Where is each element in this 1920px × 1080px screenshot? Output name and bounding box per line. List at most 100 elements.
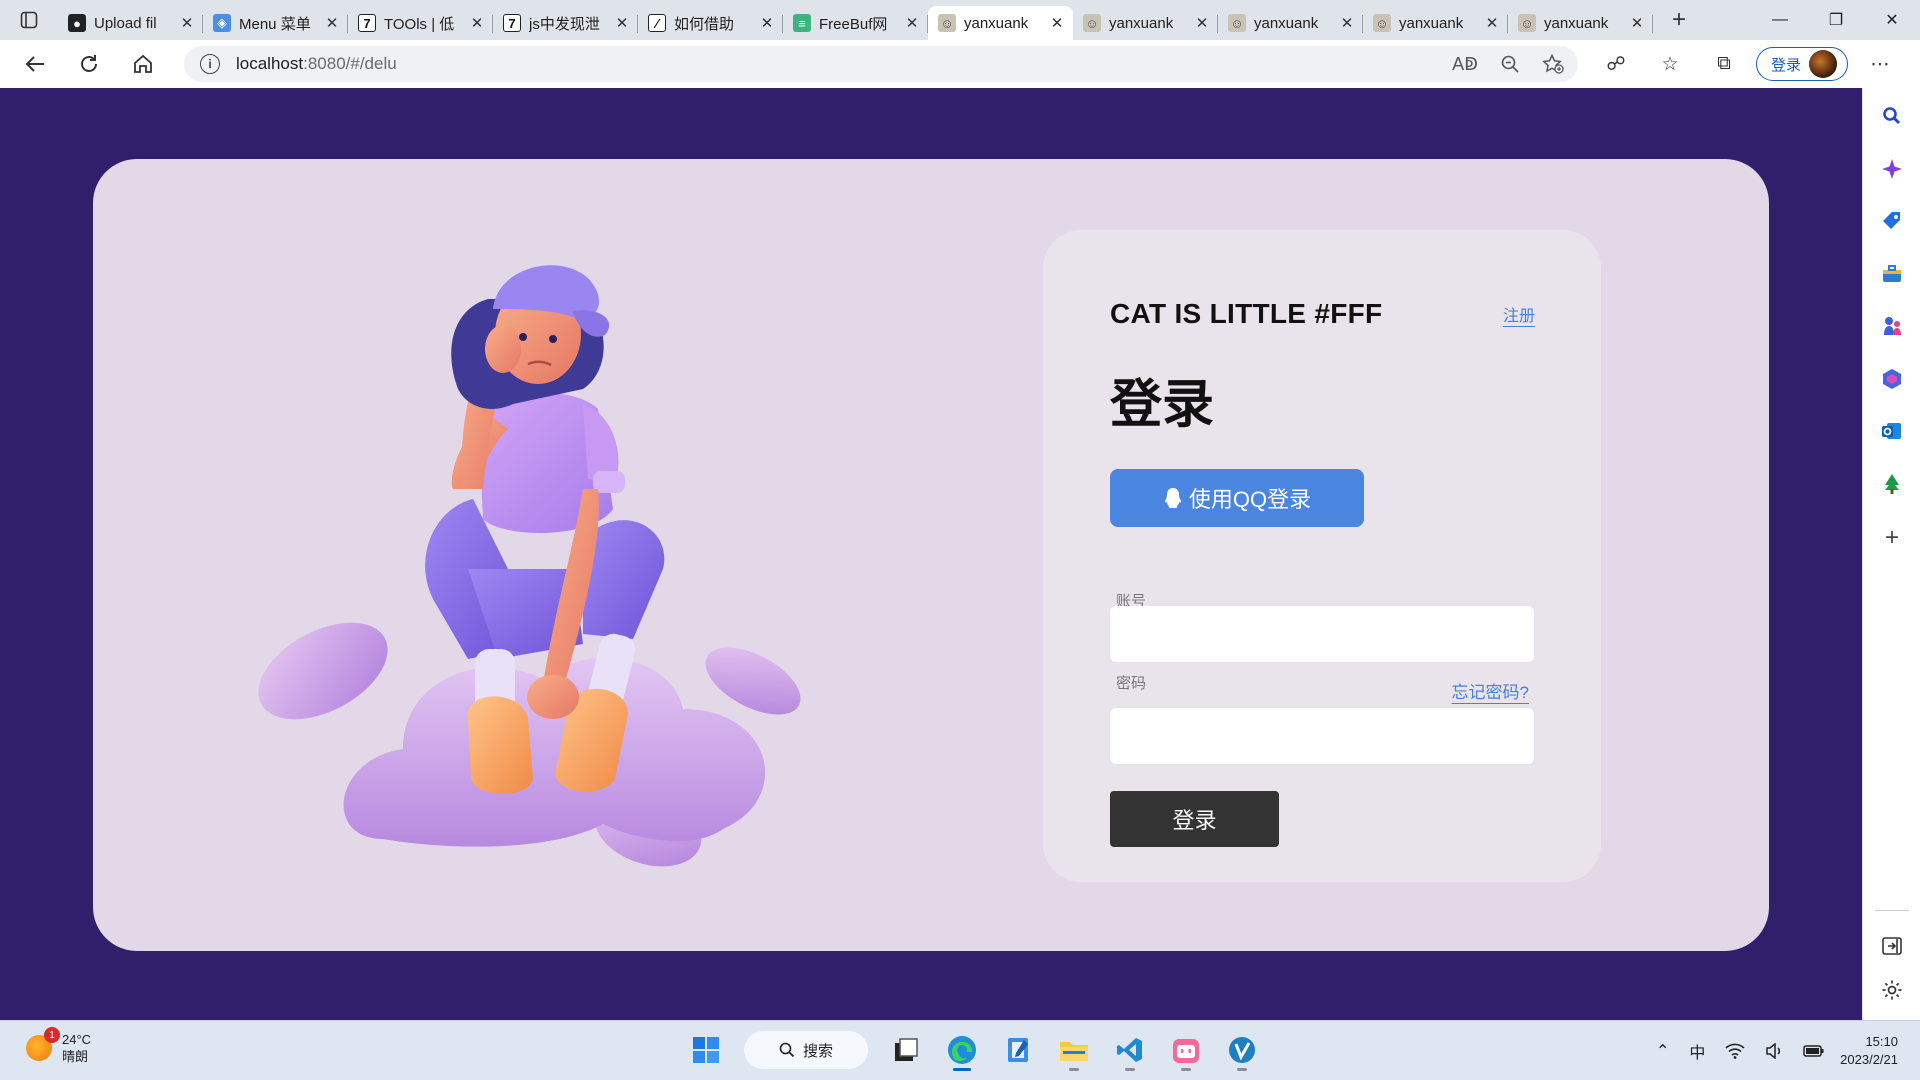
close-tab-icon[interactable]: ✕ bbox=[1049, 14, 1065, 32]
sidebar-hide-button[interactable] bbox=[1863, 926, 1920, 966]
browser-tab[interactable]: 7 TOOls | 低 ✕ bbox=[348, 6, 493, 40]
browser-tab[interactable]: ∕ 如何借助 ✕ bbox=[638, 6, 783, 40]
back-button[interactable] bbox=[8, 40, 62, 88]
zoom-out-icon[interactable] bbox=[1500, 54, 1520, 74]
taskbar-typora[interactable] bbox=[1218, 1027, 1266, 1073]
sidebar-m365-button[interactable] bbox=[1863, 359, 1920, 399]
restore-button[interactable]: ❐ bbox=[1808, 0, 1864, 40]
browser-tab[interactable]: ☺ yanxuank ✕ bbox=[1508, 6, 1653, 40]
address-bar[interactable]: i localhost:8080/#/delu Aↁ bbox=[184, 46, 1578, 82]
close-tab-icon[interactable]: ✕ bbox=[1629, 14, 1645, 32]
close-tab-icon[interactable]: ✕ bbox=[759, 14, 775, 32]
battery-icon[interactable] bbox=[1803, 1044, 1825, 1058]
account-input[interactable] bbox=[1110, 606, 1534, 662]
minimize-button[interactable]: — bbox=[1752, 0, 1808, 40]
active-indicator bbox=[953, 1068, 971, 1071]
settings-more-button[interactable]: ⋯ bbox=[1858, 44, 1902, 84]
start-button[interactable] bbox=[682, 1027, 730, 1073]
typora-icon bbox=[1229, 1037, 1255, 1063]
tab-title: TOOls | 低 bbox=[384, 15, 455, 33]
register-link[interactable]: 注册 bbox=[1503, 302, 1535, 326]
windows-logo-icon bbox=[693, 1037, 719, 1063]
close-tab-icon[interactable]: ✕ bbox=[324, 14, 340, 32]
taskbar-edge[interactable] bbox=[938, 1027, 986, 1073]
taskbar-vscode[interactable] bbox=[1106, 1027, 1154, 1073]
site-info-icon[interactable]: i bbox=[200, 54, 220, 74]
weather-widget[interactable]: 1 24°C 晴朗 bbox=[26, 1027, 91, 1065]
password-input[interactable] bbox=[1110, 708, 1534, 764]
input-method-indicator[interactable]: 中 bbox=[1689, 1039, 1705, 1063]
profile-signin-button[interactable]: 登录 bbox=[1756, 47, 1848, 81]
close-tab-icon[interactable]: ✕ bbox=[1194, 14, 1210, 32]
volume-icon[interactable] bbox=[1765, 1043, 1783, 1059]
login-heading: 登录 bbox=[1110, 376, 1215, 434]
close-window-button[interactable]: ✕ bbox=[1864, 0, 1920, 40]
login-submit-button[interactable]: 登录 bbox=[1110, 791, 1279, 847]
home-icon bbox=[134, 54, 152, 73]
browser-tab[interactable]: ● Upload fil ✕ bbox=[58, 6, 203, 40]
close-tab-icon[interactable]: ✕ bbox=[179, 14, 195, 32]
sidebar-settings-button[interactable] bbox=[1863, 970, 1920, 1010]
close-tab-icon[interactable]: ✕ bbox=[614, 14, 630, 32]
url-text[interactable]: localhost:8080/#/delu bbox=[236, 54, 397, 74]
tab-title: Menu 菜单 bbox=[239, 15, 311, 33]
tab-title: Upload fil bbox=[94, 14, 157, 32]
clock-time: 15:10 bbox=[1865, 1034, 1898, 1049]
sidebar-add-button[interactable]: + bbox=[1863, 518, 1920, 558]
close-tab-icon[interactable]: ✕ bbox=[469, 14, 485, 32]
tab-title: yanxuank bbox=[1399, 14, 1464, 32]
collections-button[interactable]: ⧉ bbox=[1702, 44, 1746, 84]
freebuf-icon: ≡ bbox=[793, 14, 811, 32]
sidebar-games-button[interactable] bbox=[1863, 306, 1920, 346]
browser-tab[interactable]: ◈ Menu 菜单 ✕ bbox=[203, 6, 348, 40]
sidebar-tree-button[interactable] bbox=[1863, 464, 1920, 504]
qq-login-button[interactable]: 使用QQ登录 bbox=[1110, 469, 1364, 527]
sidebar-shopping-button[interactable] bbox=[1863, 201, 1920, 241]
taskbar-notepad[interactable] bbox=[994, 1027, 1042, 1073]
page-viewport: CAT IS LITTLE #FFF 注册 登录 使用QQ登录 账号 密码 忘记… bbox=[0, 88, 1862, 1020]
taskbar-search-label: 搜索 bbox=[802, 1042, 833, 1060]
close-tab-icon[interactable]: ✕ bbox=[904, 14, 920, 32]
sidebar-search-button[interactable] bbox=[1863, 96, 1920, 136]
tab-title: js中发现泄 bbox=[529, 15, 600, 33]
system-clock[interactable]: 15:10 2023/2/21 bbox=[1840, 1033, 1898, 1069]
browser-tab[interactable]: ☺ yanxuank ✕ bbox=[1363, 6, 1508, 40]
running-indicator bbox=[1181, 1068, 1191, 1071]
favorites-button[interactable]: ☆ bbox=[1648, 44, 1692, 84]
tab-title: yanxuank bbox=[1109, 14, 1174, 32]
chevron-up-icon[interactable]: ⌃ bbox=[1656, 1041, 1669, 1061]
taskbar-bilibili[interactable] bbox=[1162, 1027, 1210, 1073]
girl-on-cloud-illustration bbox=[258, 265, 801, 867]
wifi-icon[interactable] bbox=[1725, 1043, 1745, 1059]
close-tab-icon[interactable]: ✕ bbox=[1484, 14, 1500, 32]
browser-tab[interactable]: ☺ yanxuank ✕ bbox=[1218, 6, 1363, 40]
sparkle-icon bbox=[1882, 159, 1902, 179]
folder-icon bbox=[1060, 1042, 1088, 1061]
browser-tab[interactable]: ☺ yanxuank ✕ bbox=[928, 6, 1073, 40]
new-tab-button[interactable]: + bbox=[1659, 3, 1699, 37]
panel-collapse-icon bbox=[1882, 937, 1902, 955]
task-view-button[interactable] bbox=[882, 1027, 930, 1073]
browser-tab[interactable]: ≡ FreeBuf网 ✕ bbox=[783, 6, 928, 40]
toolbox-icon bbox=[1883, 265, 1901, 282]
system-tray: ⌃ 中 bbox=[1656, 1021, 1825, 1080]
close-tab-icon[interactable]: ✕ bbox=[1339, 14, 1355, 32]
tab-actions-button[interactable] bbox=[0, 0, 58, 40]
refresh-button[interactable] bbox=[62, 40, 116, 88]
sidebar-outlook-button[interactable] bbox=[1863, 411, 1920, 451]
github-icon: ● bbox=[68, 14, 86, 32]
browser-tab[interactable]: 7 js中发现泄 ✕ bbox=[493, 6, 638, 40]
browser-tab[interactable]: ☺ yanxuank ✕ bbox=[1073, 6, 1218, 40]
windows-taskbar: 1 24°C 晴朗 搜索 ⌃ 中 15:10 2023/2/21 bbox=[0, 1020, 1920, 1080]
extensions-button[interactable]: ☍ bbox=[1594, 44, 1638, 84]
home-button[interactable] bbox=[116, 40, 170, 88]
sidebar-tools-button[interactable] bbox=[1863, 254, 1920, 294]
add-favorite-icon[interactable] bbox=[1542, 54, 1564, 74]
browser-toolbar: i localhost:8080/#/delu Aↁ ☍ ☆ ⧉ 登录 ⋯ bbox=[0, 40, 1920, 88]
sidebar-copilot-button[interactable] bbox=[1863, 149, 1920, 189]
read-aloud-icon[interactable]: Aↁ bbox=[1452, 54, 1478, 75]
taskbar-search[interactable]: 搜索 bbox=[744, 1031, 868, 1069]
taskbar-file-explorer[interactable] bbox=[1050, 1027, 1098, 1073]
qq-login-label: 使用QQ登录 bbox=[1188, 487, 1312, 512]
forgot-password-link[interactable]: 忘记密码? bbox=[1452, 678, 1529, 703]
